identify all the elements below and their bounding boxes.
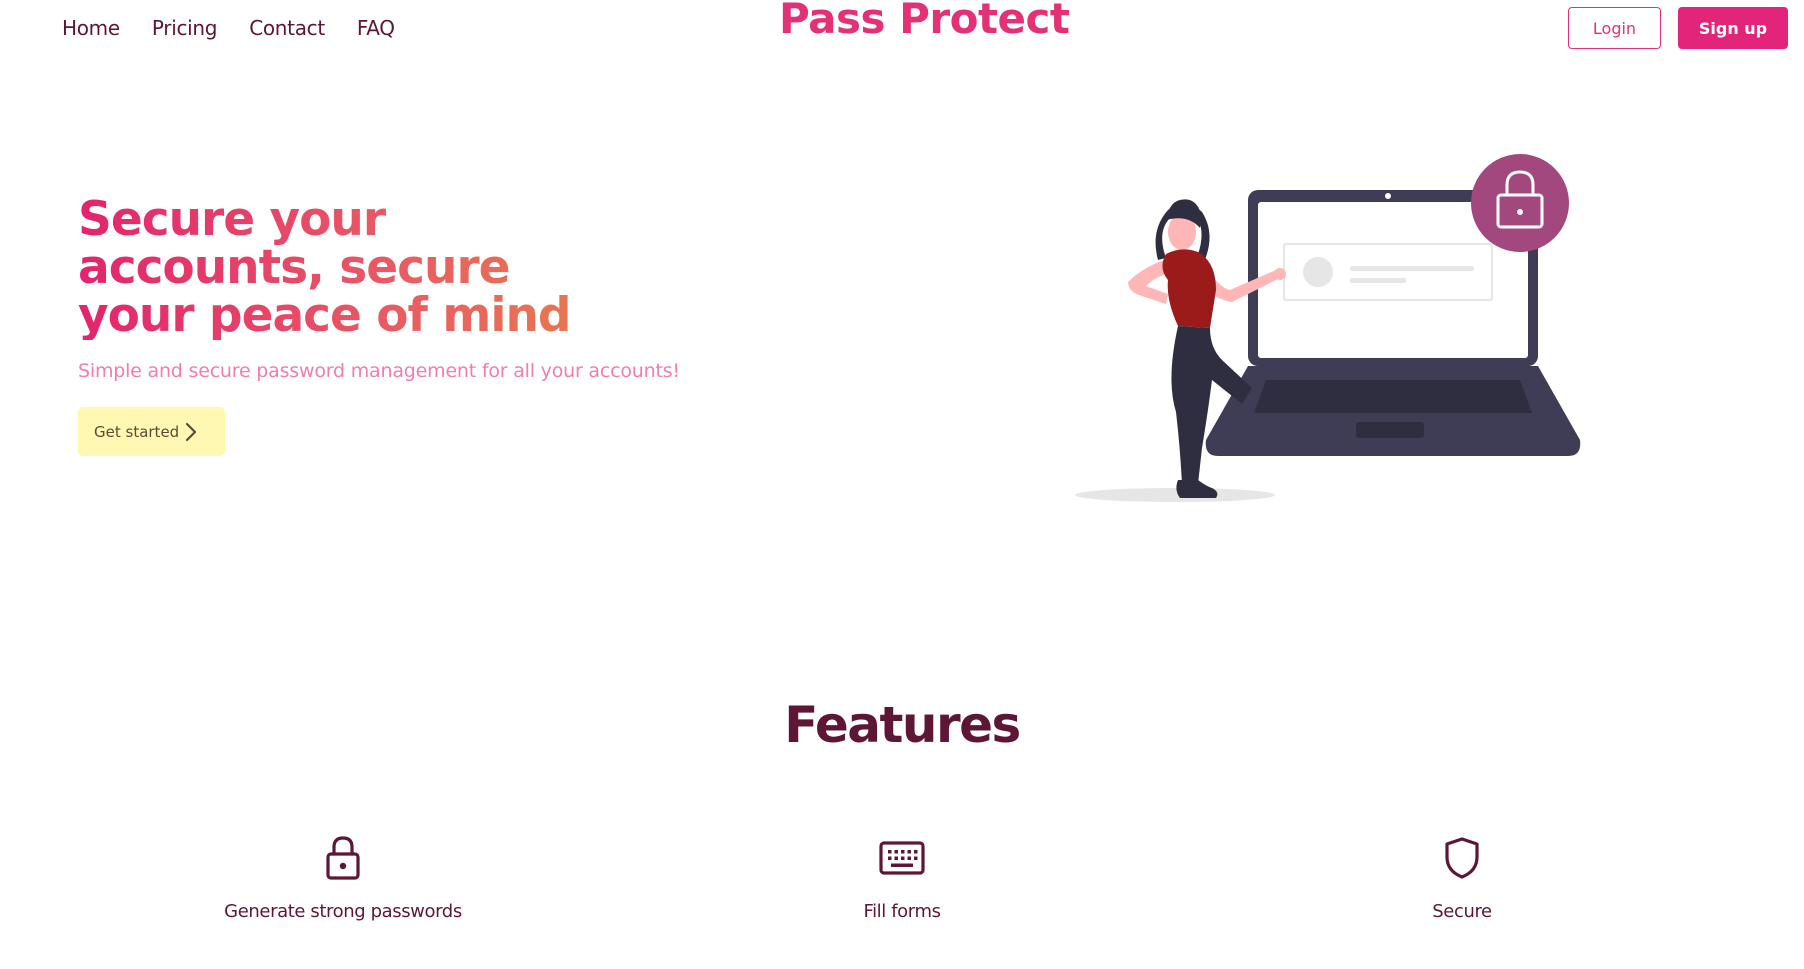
top-navbar: Home Pricing Contact FAQ Pass Protect Lo… bbox=[0, 0, 1804, 60]
nav-link-faq[interactable]: FAQ bbox=[357, 14, 395, 42]
features-list: Generate strong passwords Fill forms Sec… bbox=[0, 835, 1804, 955]
lock-badge bbox=[1471, 154, 1569, 252]
feature-label: Fill forms bbox=[863, 901, 941, 922]
ground-shadow bbox=[1075, 488, 1275, 502]
woman-right-hand bbox=[1274, 268, 1286, 280]
nav-link-pricing[interactable]: Pricing bbox=[152, 14, 218, 42]
feature-fill-forms: Fill forms bbox=[702, 835, 1102, 922]
screen-card-line2 bbox=[1350, 278, 1406, 283]
hero-title: Secure your accounts, secure your peace … bbox=[78, 196, 638, 340]
nav-link-contact[interactable]: Contact bbox=[249, 14, 325, 42]
feature-secure: Secure bbox=[1262, 835, 1662, 922]
feature-generate-passwords: Generate strong passwords bbox=[143, 835, 543, 922]
get-started-label: Get started bbox=[94, 422, 180, 441]
get-started-button[interactable]: Get started bbox=[78, 407, 225, 456]
laptop-camera bbox=[1385, 193, 1391, 199]
brand-logo[interactable]: Pass Protect bbox=[779, 0, 1070, 43]
laptop-keyboard bbox=[1254, 380, 1532, 413]
hero-illustration bbox=[1075, 154, 1581, 502]
lock-icon bbox=[326, 836, 360, 880]
woman-shoe bbox=[1176, 480, 1218, 498]
feature-label: Generate strong passwords bbox=[224, 901, 462, 922]
lock-badge-keyhole bbox=[1517, 209, 1523, 215]
chevron-right-icon bbox=[186, 422, 197, 441]
woman-shirt bbox=[1162, 249, 1216, 328]
hero-section: Secure your accounts, secure your peace … bbox=[78, 196, 718, 456]
auth-buttons: Login Sign up bbox=[1568, 7, 1788, 49]
features-title: Features bbox=[784, 696, 1021, 754]
signup-button[interactable]: Sign up bbox=[1678, 7, 1788, 49]
keyboard-icon bbox=[879, 841, 925, 875]
screen-card-line1 bbox=[1350, 266, 1474, 271]
login-button[interactable]: Login bbox=[1568, 7, 1661, 49]
woman-left-arm bbox=[1128, 260, 1168, 304]
feature-label: Secure bbox=[1432, 901, 1492, 922]
nav-link-home[interactable]: Home bbox=[62, 14, 120, 42]
shield-icon bbox=[1445, 837, 1479, 879]
hero-subtitle: Simple and secure password management fo… bbox=[78, 360, 680, 382]
nav-links: Home Pricing Contact FAQ bbox=[62, 14, 395, 42]
laptop-trackpad bbox=[1356, 422, 1424, 438]
screen-card-avatar bbox=[1303, 257, 1333, 287]
